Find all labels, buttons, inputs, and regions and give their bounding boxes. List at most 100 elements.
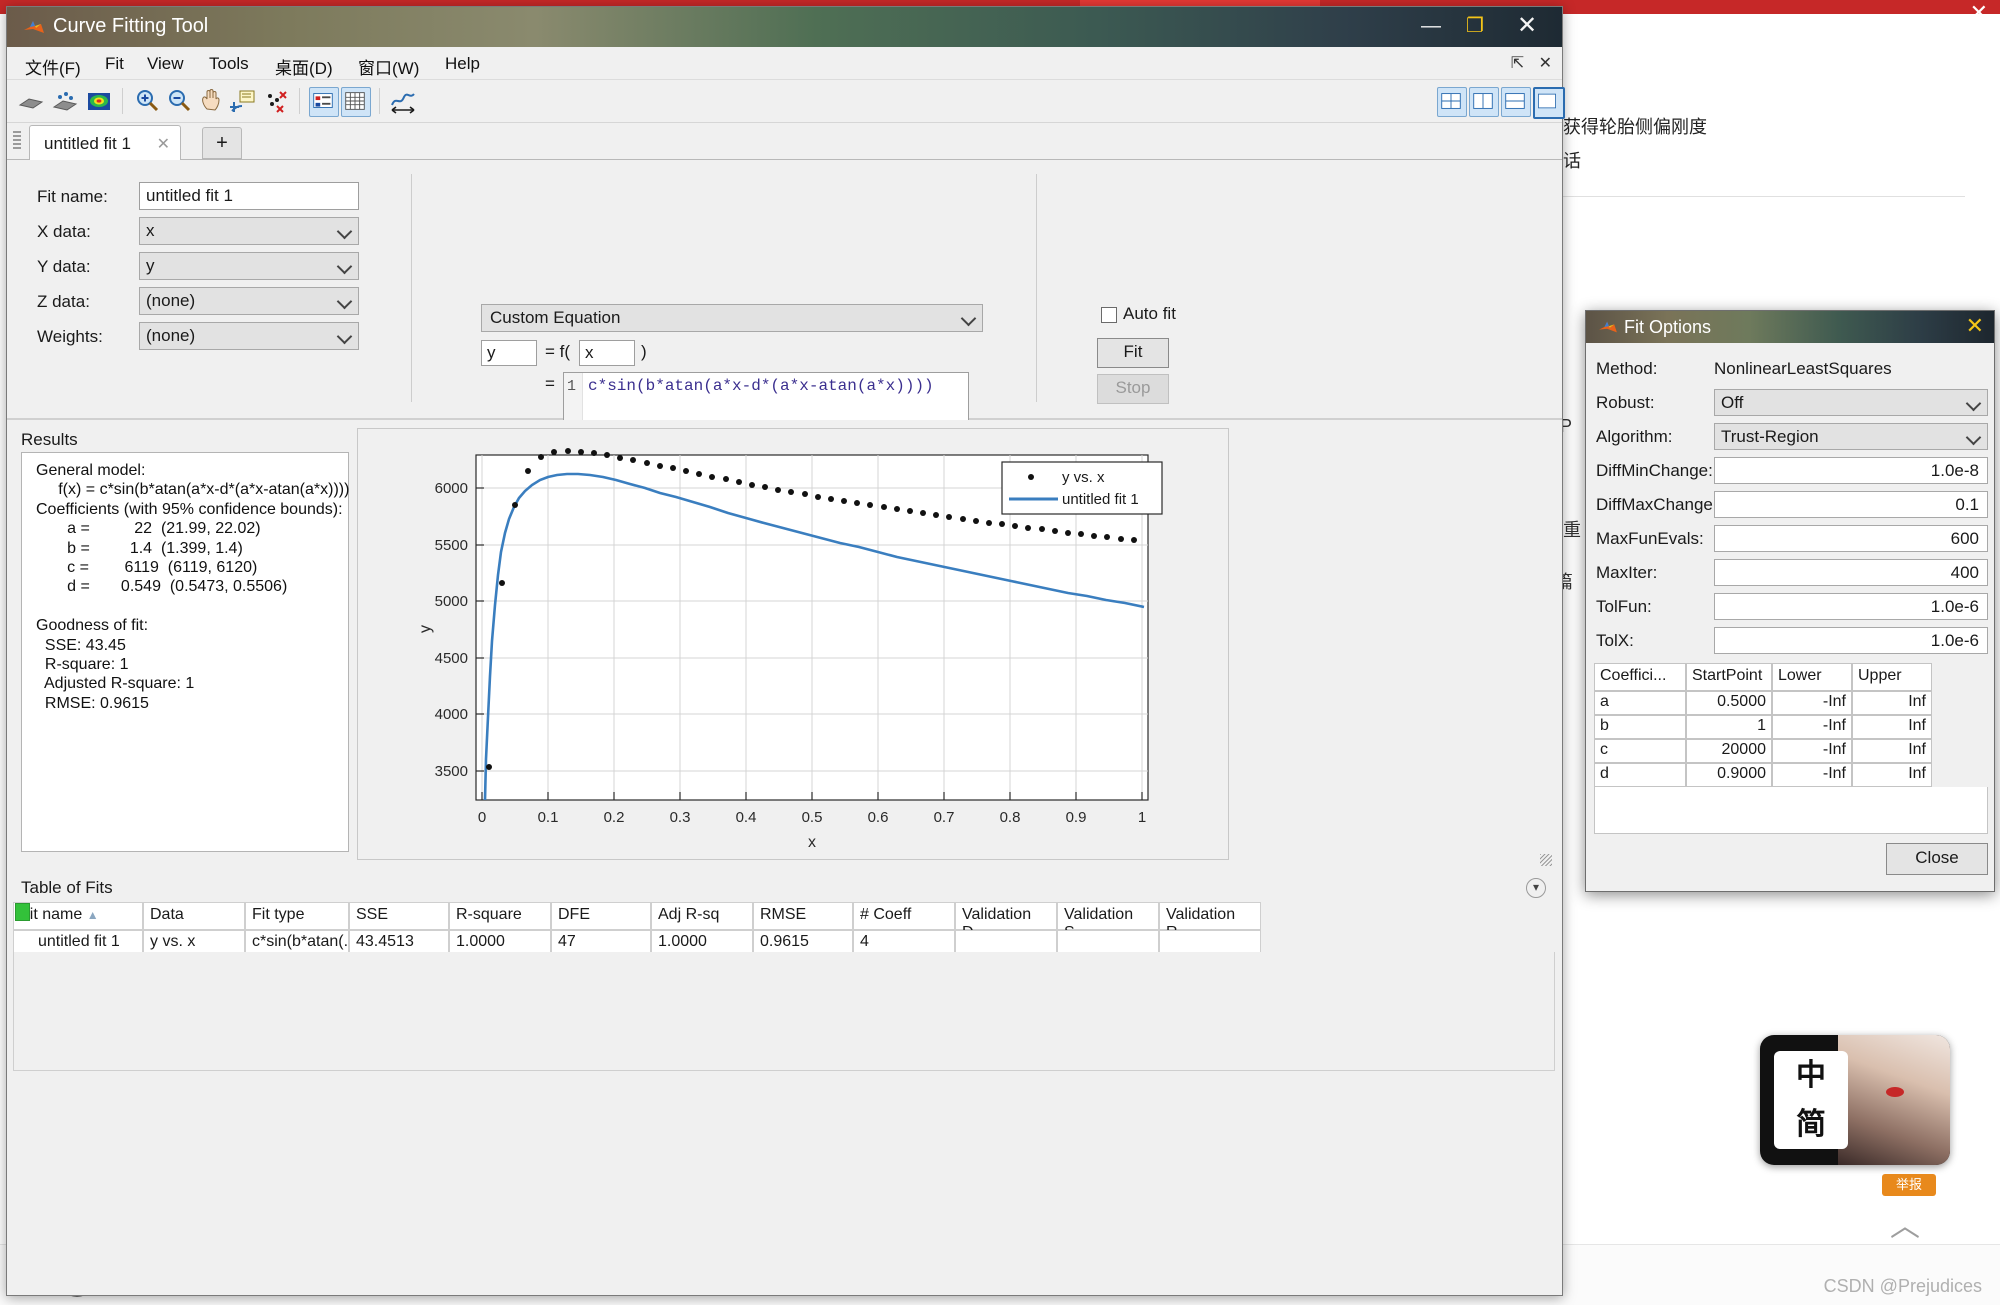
coef-row-b-lower[interactable]: -Inf (1772, 715, 1852, 739)
coef-row-a-start[interactable]: 0.5000 (1686, 691, 1772, 715)
col-header-data[interactable]: Data (143, 902, 245, 930)
results-panel[interactable]: General model: f(x) = c*sin(b*atan(a*x-d… (21, 452, 349, 852)
chart-legend[interactable]: y vs. x untitled fit 1 (1002, 462, 1162, 514)
layout-grid-icon[interactable] (1437, 87, 1467, 117)
tab-close-icon[interactable]: ✕ (157, 134, 170, 154)
close-dialog-button[interactable]: Close (1886, 843, 1988, 875)
coef-row-a-upper[interactable]: Inf (1852, 691, 1932, 715)
report-button[interactable]: 举报 (1882, 1174, 1936, 1196)
exclude-outliers-icon[interactable] (261, 87, 289, 115)
tolx-input[interactable]: 1.0e-6 (1714, 627, 1988, 654)
coef-col-upper[interactable]: Upper (1852, 663, 1932, 691)
tab-untitled-fit-1[interactable]: untitled fit 1 ✕ (29, 125, 181, 161)
layout-rows-icon[interactable] (1501, 87, 1531, 117)
coef-row-d-name[interactable]: d (1594, 763, 1686, 787)
coef-row-d-upper[interactable]: Inf (1852, 763, 1932, 787)
axes-limits-icon[interactable] (389, 87, 417, 115)
col-header-r-square[interactable]: R-square (449, 902, 551, 930)
coef-row-c-upper[interactable]: Inf (1852, 739, 1932, 763)
z-data-select[interactable]: (none) (139, 287, 359, 315)
col-header-sse[interactable]: SSE (349, 902, 449, 930)
coef-row-b-start[interactable]: 1 (1686, 715, 1772, 739)
table-of-fits-title: Table of Fits (21, 878, 113, 898)
window-title: Curve Fitting Tool (53, 15, 208, 38)
coef-row-c-name[interactable]: c (1594, 739, 1686, 763)
tabs-drag-grip[interactable] (13, 131, 21, 151)
promo-card[interactable]: 中 简 (1760, 1035, 1950, 1165)
x-data-select[interactable]: x (139, 217, 359, 245)
col-header-dfe[interactable]: DFE (551, 902, 651, 930)
coef-col-startpoint[interactable]: StartPoint (1686, 663, 1772, 691)
tolfun-input[interactable]: 1.0e-6 (1714, 593, 1988, 620)
coef-row-c-start[interactable]: 20000 (1686, 739, 1772, 763)
col-header-fit-type[interactable]: Fit type (245, 902, 349, 930)
coef-row-b-name[interactable]: b (1594, 715, 1686, 739)
close-icon[interactable]: ✕ (1970, 2, 1988, 24)
coefficients-table[interactable]: Coeffici... StartPoint Lower Upper a 0.5… (1594, 663, 1986, 783)
y-data-value: y (146, 256, 155, 275)
maxfunevals-input[interactable]: 600 (1714, 525, 1988, 552)
pan-icon[interactable] (197, 87, 225, 115)
col-header-rmse[interactable]: RMSE (753, 902, 853, 930)
z-data-label: Z data: (37, 292, 125, 312)
close-button[interactable]: ✕ (1510, 13, 1544, 39)
menu-file[interactable]: 文件(F) (19, 52, 87, 81)
diffminchange-input[interactable]: 1.0e-8 (1714, 457, 1988, 484)
menu-help[interactable]: Help (439, 52, 486, 76)
data-points-icon[interactable] (51, 87, 79, 115)
fit-button[interactable]: Fit (1097, 338, 1169, 368)
coef-col-lower[interactable]: Lower (1772, 663, 1852, 691)
plot-panel[interactable]: 3500 4000 4500 5000 5500 6000 (357, 428, 1229, 860)
auto-fit-checkbox[interactable] (1101, 307, 1117, 323)
col-header-adj-r-sq[interactable]: Adj R-sq (651, 902, 753, 930)
zoom-out-icon[interactable] (165, 87, 193, 115)
coef-col-coefficient[interactable]: Coeffici... (1594, 663, 1686, 691)
coef-row-c-lower[interactable]: -Inf (1772, 739, 1852, 763)
scroll-top-icon[interactable]: ︿ (1890, 1212, 1920, 1242)
menu-view[interactable]: View (141, 52, 190, 76)
x-tick-0.6: 0.6 (868, 809, 889, 826)
chevron-down-icon[interactable]: ▾ (1526, 878, 1546, 898)
equation-independent-var-input[interactable]: x (579, 340, 635, 366)
model-type-select[interactable]: Custom Equation (481, 304, 983, 332)
undock-icon[interactable]: ⇱ (1511, 55, 1524, 72)
maxiter-input[interactable]: 400 (1714, 559, 1988, 586)
coef-row-b-upper[interactable]: Inf (1852, 715, 1932, 739)
fit-name-input[interactable]: untitled fit 1 (139, 182, 359, 210)
menu-tools[interactable]: Tools (203, 52, 255, 76)
zoom-in-icon[interactable] (133, 87, 161, 115)
maximize-button[interactable]: ❐ (1458, 13, 1492, 39)
diffmaxchange-input[interactable]: 0.1 (1714, 491, 1988, 518)
y-data-select[interactable]: y (139, 252, 359, 280)
close-icon[interactable]: ✕ (1966, 313, 1984, 339)
minimize-button[interactable]: — (1414, 13, 1448, 39)
menu-desktop[interactable]: 桌面(D) (269, 52, 339, 81)
coef-row-a-name[interactable]: a (1594, 691, 1686, 715)
col-header-fit-name[interactable]: Fit name ▲ (13, 902, 143, 930)
equation-lhs-input[interactable]: y (481, 340, 537, 366)
data-cursor-icon[interactable] (229, 87, 257, 115)
legend-toggle-icon[interactable] (309, 87, 339, 117)
col-header-num-coeff[interactable]: # Coeff (853, 902, 955, 930)
coef-row-d-start[interactable]: 0.9000 (1686, 763, 1772, 787)
menu-fit[interactable]: Fit (99, 52, 130, 76)
panel-close-icon[interactable]: ✕ (1539, 55, 1552, 72)
col-header-validation-r[interactable]: Validation R... (1159, 902, 1261, 930)
table-of-fits-table[interactable]: Fit name ▲ Data Fit type SSE R-square DF… (13, 902, 1553, 942)
add-fit-tab-button[interactable]: + (202, 127, 242, 159)
coef-row-d-lower[interactable]: -Inf (1772, 763, 1852, 787)
weights-select[interactable]: (none) (139, 322, 359, 350)
resize-grip[interactable] (1540, 854, 1552, 866)
algorithm-select[interactable]: Trust-Region (1714, 423, 1988, 450)
col-header-validation-d[interactable]: Validation D... (955, 902, 1057, 930)
menu-window[interactable]: 窗口(W) (352, 52, 425, 81)
grid-toggle-icon[interactable] (341, 87, 371, 117)
colormap-icon[interactable] (85, 87, 113, 115)
layout-single-icon[interactable] (1533, 87, 1565, 119)
layout-columns-icon[interactable] (1469, 87, 1499, 117)
robust-select[interactable]: Off (1714, 389, 1988, 416)
coef-row-a-lower[interactable]: -Inf (1772, 691, 1852, 715)
surface-fit-icon[interactable] (17, 87, 45, 115)
fit-plot[interactable]: 3500 4000 4500 5000 5500 6000 (358, 429, 1228, 859)
col-header-validation-s[interactable]: Validation S... (1057, 902, 1159, 930)
